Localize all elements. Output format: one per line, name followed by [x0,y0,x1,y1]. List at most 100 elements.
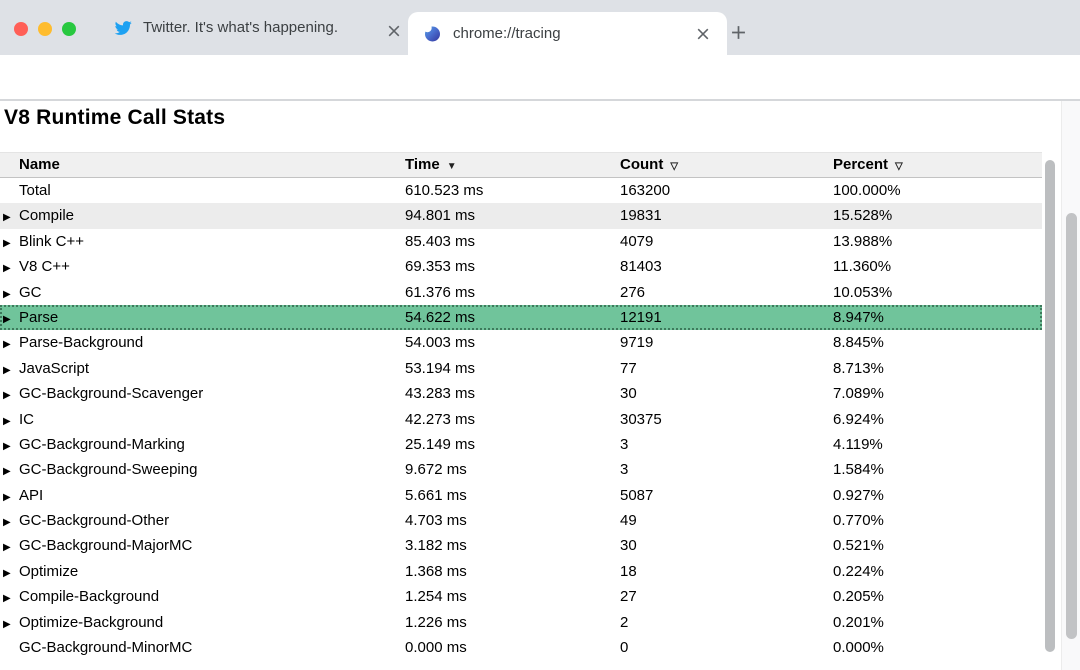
row-name: Compile-Background [19,588,159,605]
expand-triangle-icon[interactable]: ▶ [3,282,19,305]
table-row[interactable]: ▶GC-Background-MajorMC 3.182 ms 30 0.521… [0,533,1042,558]
table-row[interactable]: ▶GC-Background-Marking 25.149 ms 3 4.119… [0,432,1042,457]
twitter-bird-icon [114,19,132,37]
row-percent: 10.053% [833,280,1042,305]
row-count: 0 [620,635,833,660]
table-row[interactable]: ▶GC-Background-MinorMC 0.000 ms 0 0.000% [0,635,1042,660]
row-count: 77 [620,356,833,381]
runtime-call-stats-table: Name Time▼ Count▽ Percent▽ ▶Total 610.52… [0,152,1042,660]
close-window-button[interactable] [14,22,28,36]
table-row[interactable]: ▶Parse 54.622 ms 12191 8.947% [0,305,1042,330]
window-controls [14,22,76,36]
close-tab-icon[interactable] [385,22,403,40]
row-percent: 0.201% [833,610,1042,635]
expand-triangle-icon[interactable]: ▶ [3,459,19,482]
column-header-percent[interactable]: Percent▽ [833,153,1042,177]
expand-triangle-icon[interactable]: ▶ [3,231,19,254]
expand-triangle-icon[interactable]: ▶ [3,485,19,508]
table-row[interactable]: ▶Total 610.523 ms 163200 100.000% [0,178,1042,203]
column-header-count[interactable]: Count▽ [620,153,833,177]
expand-triangle-icon[interactable]: ▶ [3,561,19,584]
table-row[interactable]: ▶Optimize 1.368 ms 18 0.224% [0,559,1042,584]
expand-triangle-icon[interactable]: ▶ [3,586,19,609]
expand-triangle-icon[interactable]: ▶ [3,409,19,432]
column-header-name[interactable]: Name [0,153,405,177]
row-count: 163200 [620,178,833,203]
row-time: 1.368 ms [405,559,620,584]
tab-strip: Twitter. It's what's happening. chrome:/… [0,0,1080,55]
row-name: IC [19,411,34,428]
table-row[interactable]: ▶GC 61.376 ms 276 10.053% [0,280,1042,305]
row-percent: 0.521% [833,533,1042,558]
table-row[interactable]: ▶API 5.661 ms 5087 0.927% [0,483,1042,508]
table-row[interactable]: ▶Optimize-Background 1.226 ms 2 0.201% [0,610,1042,635]
row-time: 0.000 ms [405,635,620,660]
fullscreen-window-button[interactable] [62,22,76,36]
table-row[interactable]: ▶Compile-Background 1.254 ms 27 0.205% [0,584,1042,609]
row-percent: 15.528% [833,203,1042,228]
row-percent: 8.845% [833,330,1042,355]
row-percent: 0.224% [833,559,1042,584]
table-row[interactable]: ▶Compile 94.801 ms 19831 15.528% [0,203,1042,228]
table-row[interactable]: ▶GC-Background-Sweeping 9.672 ms 3 1.584… [0,457,1042,482]
row-time: 25.149 ms [405,432,620,457]
new-tab-button[interactable] [724,18,752,46]
table-scrollbar-thumb[interactable] [1045,160,1055,652]
row-percent: 1.584% [833,457,1042,482]
expand-triangle-icon[interactable]: ▶ [3,332,19,355]
row-count: 9719 [620,330,833,355]
row-time: 69.353 ms [405,254,620,279]
tab-title: Twitter. It's what's happening. [143,19,338,36]
table-row[interactable]: ▶JavaScript 53.194 ms 77 8.713% [0,356,1042,381]
browser-window: Twitter. It's what's happening. chrome:/… [0,0,1080,670]
expand-triangle-icon[interactable]: ▶ [3,535,19,558]
expand-triangle-icon[interactable]: ▶ [3,256,19,279]
row-count: 19831 [620,203,833,228]
row-count: 30 [620,533,833,558]
close-tab-icon[interactable] [694,25,712,43]
table-row[interactable]: ▶IC 42.273 ms 30375 6.924% [0,407,1042,432]
row-name: GC-Background-Sweeping [19,461,197,478]
row-time: 4.703 ms [405,508,620,533]
row-count: 3 [620,457,833,482]
expand-triangle-icon[interactable]: ▶ [3,612,19,635]
sort-arrow-icon: ▼ [447,161,457,172]
row-count: 5087 [620,483,833,508]
row-percent: 8.947% [833,305,1042,330]
row-name: GC-Background-Marking [19,436,185,453]
row-time: 85.403 ms [405,229,620,254]
row-time: 1.226 ms [405,610,620,635]
row-time: 3.182 ms [405,533,620,558]
row-time: 1.254 ms [405,584,620,609]
row-count: 30375 [620,407,833,432]
table-row[interactable]: ▶V8 C++ 69.353 ms 81403 11.360% [0,254,1042,279]
tab-tracing[interactable]: chrome://tracing [408,12,727,55]
expand-triangle-icon[interactable]: ▶ [3,205,19,228]
row-count: 18 [620,559,833,584]
column-header-time[interactable]: Time▼ [405,153,620,177]
row-name: Blink C++ [19,233,84,250]
table-row[interactable]: ▶Blink C++ 85.403 ms 4079 13.988% [0,229,1042,254]
table-row[interactable]: ▶GC-Background-Other 4.703 ms 49 0.770% [0,508,1042,533]
expand-triangle-icon[interactable]: ▶ [3,510,19,533]
row-count: 30 [620,381,833,406]
expand-triangle-icon[interactable]: ▶ [3,307,19,330]
row-name: GC-Background-MajorMC [19,537,192,554]
expand-triangle-icon[interactable]: ▶ [3,434,19,457]
table-row[interactable]: ▶Parse-Background 54.003 ms 9719 8.845% [0,330,1042,355]
row-percent: 7.089% [833,381,1042,406]
minimize-window-button[interactable] [38,22,52,36]
row-time: 54.003 ms [405,330,620,355]
expand-triangle-icon[interactable]: ▶ [3,383,19,406]
tab-title: chrome://tracing [453,25,561,42]
row-time: 54.622 ms [405,305,620,330]
table-row[interactable]: ▶GC-Background-Scavenger 43.283 ms 30 7.… [0,381,1042,406]
row-time: 9.672 ms [405,457,620,482]
page-scrollbar-thumb[interactable] [1066,213,1077,639]
row-name: Compile [19,207,74,224]
row-name: API [19,487,43,504]
tab-twitter[interactable]: Twitter. It's what's happening. [100,0,419,55]
expand-triangle-icon[interactable]: ▶ [3,358,19,381]
row-count: 3 [620,432,833,457]
page-scrollbar-track[interactable] [1061,101,1080,670]
